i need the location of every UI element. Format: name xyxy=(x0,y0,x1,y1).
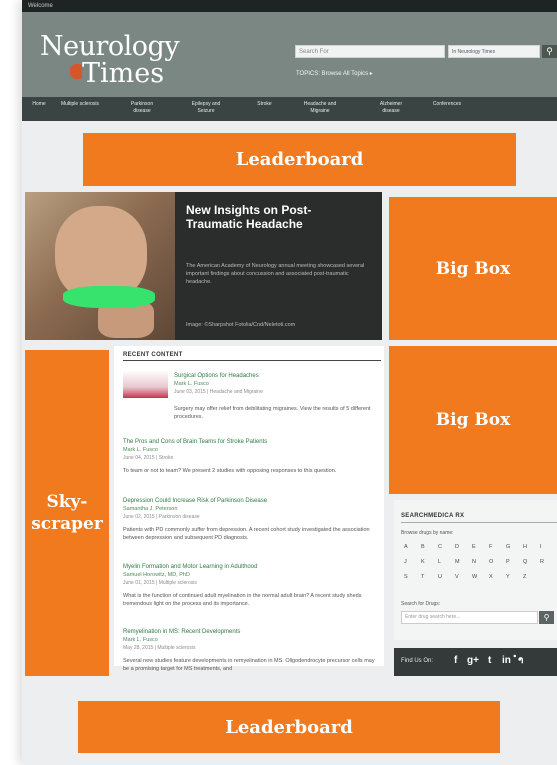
drug-letter-link[interactable]: C xyxy=(438,544,442,550)
article-meta: June 04, 2015 | Stroke xyxy=(123,455,174,461)
article-author[interactable]: Mark L. Fusco xyxy=(123,447,158,454)
search-input[interactable]: Search For xyxy=(295,45,445,58)
article-author[interactable]: Samuel Horowitz, MD, PhD xyxy=(123,572,190,579)
article-title[interactable]: Surgical Options for Headaches xyxy=(174,372,259,380)
drug-search-heading: SEARCHMEDICA RX xyxy=(401,513,465,519)
facebook-icon[interactable]: f xyxy=(454,655,457,666)
recent-content-heading: RECENT CONTENT xyxy=(123,352,183,358)
hero-summary: The American Academy of Neurology annual… xyxy=(186,263,365,285)
nav-item-epilepsy[interactable]: Epilepsy and Seizure xyxy=(186,101,226,115)
drug-letter-link[interactable]: F xyxy=(489,544,492,550)
drug-letter-link[interactable]: A xyxy=(404,544,408,550)
brain-logo-icon xyxy=(70,64,82,79)
search-scope-select[interactable]: In Neurology Times xyxy=(448,45,540,58)
nav-item-conferences[interactable]: Conferences xyxy=(422,101,472,108)
browse-drugs-label: Browse drugs by name: xyxy=(401,530,454,536)
article-meta: May 28, 2015 | Multiple sclerosis xyxy=(123,645,196,651)
google-plus-icon[interactable]: g+ xyxy=(467,655,479,666)
nav-item-stroke[interactable]: Stroke xyxy=(252,101,277,108)
search-icon: ⚲ xyxy=(543,613,550,622)
nav-item-headache[interactable]: Headache and Migraine xyxy=(294,101,346,115)
article-author[interactable]: Mark L. Fusco xyxy=(174,381,209,388)
drug-letter-link[interactable]: D xyxy=(455,544,459,550)
drug-letter-link[interactable]: X xyxy=(489,574,493,580)
social-label: Find Us On: xyxy=(401,658,434,664)
article-title[interactable]: Remyelination in MS: Recent Developments xyxy=(123,628,240,636)
big-box-ad-2[interactable]: Big Box xyxy=(389,346,557,494)
article-summary: To team or not to team? We present 2 stu… xyxy=(123,468,337,474)
drug-letter-link[interactable]: I xyxy=(540,544,542,550)
drug-letter-link[interactable]: Z xyxy=(523,574,526,580)
drug-letter-link[interactable]: S xyxy=(404,574,408,580)
drug-letter-link[interactable]: H xyxy=(523,544,527,550)
hero-image-credit: Image: ©Sharpshot Fotolia/Cnd/Neletoti.c… xyxy=(186,322,296,328)
drug-letter-link[interactable]: L xyxy=(438,559,441,565)
nav-item-multiple-sclerosis[interactable]: Multiple sclerosis xyxy=(55,101,105,108)
hero-title[interactable]: New Insights on Post-Traumatic Headache xyxy=(186,203,366,231)
drug-letter-link[interactable]: M xyxy=(455,559,460,565)
drug-search-input[interactable]: Enter drug search here... xyxy=(401,611,538,624)
nav-item-alzheimer[interactable]: Alzheimer disease xyxy=(372,101,410,115)
search-icon: ⚲ xyxy=(546,46,553,56)
article-meta: June 01, 2015 | Multiple sclerosis xyxy=(123,580,197,586)
article-thumbnail[interactable] xyxy=(123,370,168,398)
article-summary: What is the function of continued adult … xyxy=(123,593,362,607)
linkedin-icon[interactable]: in xyxy=(502,655,511,666)
main-nav: Home Multiple sclerosis Parkinson diseas… xyxy=(22,97,557,121)
article-meta: June 02, 2015 | Parkinson disease xyxy=(123,514,200,520)
drug-letter-link[interactable]: T xyxy=(421,574,424,580)
article-summary: Surgery may offer relief from debilitati… xyxy=(174,406,371,420)
article-title[interactable]: Myelin Formation and Motor Learning in A… xyxy=(123,563,257,571)
drug-search-button[interactable]: ⚲ xyxy=(539,611,554,624)
article-title[interactable]: Depression Could Increase Risk of Parkin… xyxy=(123,497,267,505)
leaderboard-ad-bottom[interactable]: Leaderboard xyxy=(78,701,500,753)
drug-letter-link[interactable]: B xyxy=(421,544,425,550)
big-box-ad-1[interactable]: Big Box xyxy=(389,197,557,340)
drug-letter-link[interactable]: U xyxy=(438,574,442,580)
article-meta: June 03, 2015 | Headache and Migraine xyxy=(174,389,263,395)
drug-letter-link[interactable]: Q xyxy=(523,559,527,565)
drug-letter-link[interactable]: E xyxy=(472,544,476,550)
skyscraper-ad[interactable]: Sky- scraper xyxy=(25,350,109,676)
drug-letter-link[interactable]: P xyxy=(506,559,510,565)
article-title[interactable]: The Pros and Cons of Brain Teams for Str… xyxy=(123,438,267,446)
recent-heading-divider xyxy=(123,360,381,361)
drug-letter-link[interactable]: W xyxy=(472,574,477,580)
nav-item-home[interactable]: Home xyxy=(28,101,50,108)
drug-letter-link[interactable]: J xyxy=(404,559,407,565)
search-button[interactable]: ⚲ xyxy=(542,45,557,58)
drug-letter-link[interactable]: K xyxy=(421,559,425,565)
drug-letter-link[interactable]: R xyxy=(540,559,544,565)
welcome-text: Welcome xyxy=(28,3,53,9)
leaderboard-ad-top[interactable]: Leaderboard xyxy=(83,133,516,186)
article-author[interactable]: Samantha J. Peterson xyxy=(123,506,177,513)
nav-item-parkinson[interactable]: Parkinson disease xyxy=(122,101,162,115)
drug-letter-link[interactable]: Y xyxy=(506,574,510,580)
twitter-icon[interactable]: t xyxy=(488,655,491,666)
top-utility-bar: Welcome xyxy=(22,0,557,12)
article-summary: Several new studies feature developments… xyxy=(123,658,375,672)
drug-search-divider xyxy=(401,522,557,523)
hero-image-mouthguard xyxy=(63,286,155,308)
article-summary: Patients with PD commonly suffer from de… xyxy=(123,527,370,541)
drug-letter-link[interactable]: O xyxy=(489,559,493,565)
drug-search-label: Search for Drugs: xyxy=(401,601,441,607)
topics-link[interactable]: TOPICS: Browse All Topics ▸ xyxy=(296,70,373,77)
article-author[interactable]: Mark L. Fusco xyxy=(123,637,158,644)
rss-icon[interactable]: ຳ xyxy=(518,655,523,666)
drug-letter-link[interactable]: V xyxy=(455,574,459,580)
drug-letter-link[interactable]: G xyxy=(506,544,510,550)
drug-letter-link[interactable]: N xyxy=(472,559,476,565)
site-logo-line2[interactable]: Times xyxy=(82,58,164,89)
